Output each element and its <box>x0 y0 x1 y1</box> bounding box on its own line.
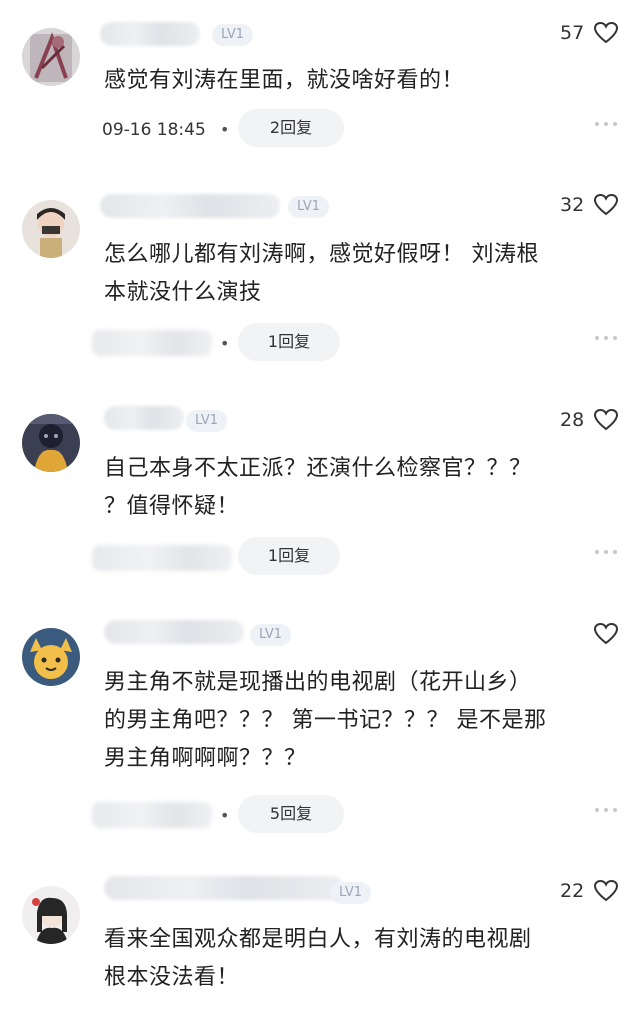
comment-text: 看来全国观众都是明白人，有刘涛的电视剧 根本没法看！ <box>104 921 614 997</box>
like-count: 22 <box>560 880 585 902</box>
comment-text-line: 根本没法看！ <box>104 965 240 990</box>
level-badge: LV1 <box>330 882 371 904</box>
avatar[interactable] <box>22 886 80 944</box>
comment-text-line: 看来全国观众都是明白人，有刘涛的电视剧 <box>104 927 532 952</box>
username-redacted <box>104 876 344 900</box>
comment-feed: LV1 57 感觉有刘涛在里面，就没啥好看的！ 09-16 18:45 • 2回… <box>0 0 640 1014</box>
comment-item: LV1 22 看来全国观众都是明白人，有刘涛的电视剧 根本没法看！ <box>0 0 640 1014</box>
heart-outline-icon[interactable] <box>594 880 618 902</box>
